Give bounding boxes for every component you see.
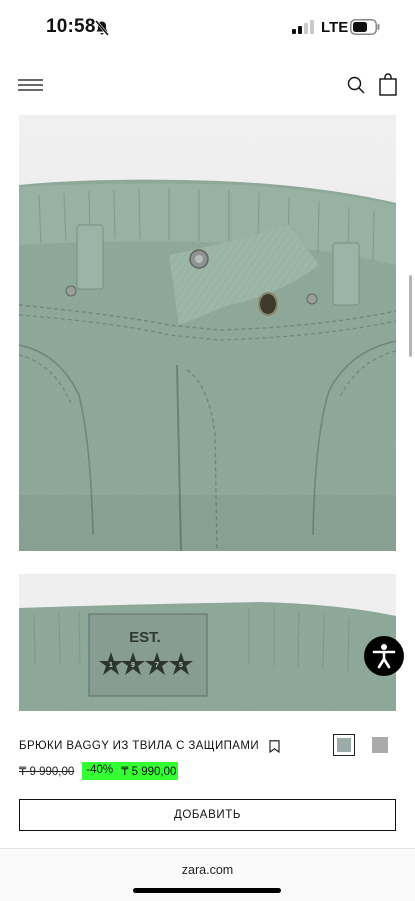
old-price: ₸ 9 990,00 (19, 766, 75, 778)
battery-icon (350, 19, 380, 35)
page-scrollbar[interactable] (409, 275, 412, 357)
product-image-label[interactable]: EST. 1 9 7 5 (19, 574, 396, 711)
browser-bottom-bar: zara.com (0, 848, 415, 901)
network-type: LTE (321, 19, 349, 36)
color-swatch-fill (337, 738, 351, 752)
browser-url[interactable]: zara.com (0, 863, 415, 877)
accessibility-icon (372, 644, 396, 669)
search-icon[interactable] (345, 74, 367, 96)
tag-est-text: EST. (129, 629, 161, 646)
product-image-waistband[interactable] (19, 115, 396, 551)
discount-percent: -40% (86, 764, 114, 776)
accessibility-button[interactable] (364, 636, 404, 676)
tag-digit: 5 (179, 662, 183, 669)
product-image-drawing: EST. 1 9 7 5 (19, 574, 396, 711)
color-swatch-selected[interactable] (333, 734, 355, 756)
product-title-row: БРЮКИ BAGGY ИЗ ТВИЛА С ЗАЩИПАМИ (19, 736, 319, 756)
tag-digit: 7 (155, 662, 159, 669)
price-row: ₸ 9 990,00 -40% ₸ 5 990,00 (19, 761, 179, 781)
menu-icon[interactable] (18, 76, 44, 94)
home-indicator[interactable] (133, 888, 281, 893)
status-time: 10:58 (46, 16, 96, 37)
add-to-cart-button[interactable]: ДОБАВИТЬ (19, 799, 396, 831)
color-swatch-option[interactable] (372, 737, 388, 753)
tag-digit: 9 (131, 662, 135, 669)
site-header (0, 60, 415, 110)
signal-icon (292, 20, 314, 34)
status-bar: 10:58 LTE (0, 0, 415, 58)
current-price: ₸ 5 990,00 (121, 766, 177, 778)
product-label-tag: EST. 1 9 7 5 (88, 613, 208, 697)
shopping-bag-icon[interactable] (377, 73, 399, 97)
product-image-drawing (19, 115, 396, 551)
product-title: БРЮКИ BAGGY ИЗ ТВИЛА С ЗАЩИПАМИ (19, 740, 260, 752)
discount-badge: -40% ₸ 5 990,00 (82, 762, 179, 780)
tag-digit: 1 (109, 662, 113, 669)
bookmark-icon[interactable] (269, 739, 280, 753)
bell-slash-icon (95, 20, 109, 36)
